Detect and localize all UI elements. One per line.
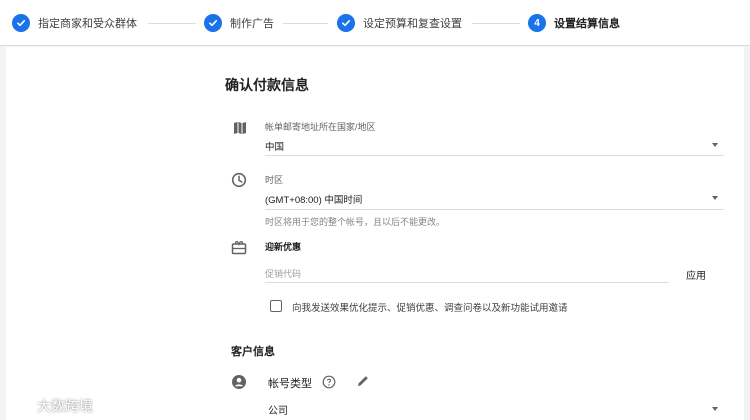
apply-button[interactable]: 应用 xyxy=(686,267,706,282)
step-3[interactable]: 设定预算和复查设置 xyxy=(337,13,462,33)
step-4-number: 4 xyxy=(534,17,540,29)
chevron-down-icon[interactable] xyxy=(712,407,718,411)
watermark-logo xyxy=(7,399,34,413)
chevron-down-icon[interactable] xyxy=(712,196,718,200)
check-icon xyxy=(12,14,30,32)
step-connector xyxy=(148,23,196,24)
step-connector xyxy=(283,23,328,24)
promo-label: 迎新优惠 xyxy=(265,242,302,252)
gift-icon xyxy=(231,239,247,255)
country-select-value[interactable]: 中国 xyxy=(265,139,284,153)
check-icon xyxy=(204,14,222,32)
step-1[interactable]: 指定商家和受众群体 xyxy=(12,13,137,33)
timezone-underline xyxy=(265,209,724,210)
promo-code-input[interactable]: 促销代码 xyxy=(265,267,301,280)
customer-section-title: 客户信息 xyxy=(231,346,275,358)
payment-section-title: 确认付款信息 xyxy=(225,77,309,93)
account-type-value[interactable]: 公司 xyxy=(268,402,288,417)
step-connector xyxy=(472,23,520,24)
step-3-label: 设定预算和复查设置 xyxy=(363,18,462,30)
country-underline xyxy=(265,155,724,156)
progress-stepper: 指定商家和受众群体 制作广告 设定预算和复查设置 4 设置结算信息 xyxy=(0,0,750,46)
timezone-label: 时区 xyxy=(265,175,284,185)
help-icon[interactable] xyxy=(322,375,336,389)
chevron-down-icon[interactable] xyxy=(712,143,718,147)
opt-in-label: 向我发送效果优化提示、促销优惠、调查问卷以及新功能试用邀请 xyxy=(292,303,568,314)
billing-card: 确认付款信息 帐单邮寄地址所在国家/地区 中国 时区 (GMT+08:00) 中… xyxy=(6,47,744,420)
clock-icon xyxy=(231,172,247,188)
account-type-label: 帐号类型 xyxy=(268,378,312,390)
step-4[interactable]: 4 设置结算信息 xyxy=(528,13,620,33)
step-2[interactable]: 制作广告 xyxy=(204,13,274,33)
country-label: 帐单邮寄地址所在国家/地区 xyxy=(265,122,376,132)
check-icon xyxy=(337,14,355,32)
watermark: 大数跨境 xyxy=(6,396,93,416)
step-2-label: 制作广告 xyxy=(230,18,274,30)
account-circle-icon xyxy=(231,374,247,390)
step-number-badge: 4 xyxy=(528,14,546,32)
opt-in-checkbox[interactable] xyxy=(270,300,282,312)
step-4-label: 设置结算信息 xyxy=(554,18,620,30)
timezone-select-value[interactable]: (GMT+08:00) 中国时间 xyxy=(265,192,362,206)
edit-pencil-icon[interactable] xyxy=(356,374,370,388)
map-icon xyxy=(232,120,248,136)
promo-underline xyxy=(265,282,669,283)
timezone-helper-text: 时区将用于您的整个帐号，且以后不能更改。 xyxy=(265,217,446,227)
watermark-text: 大数跨境 xyxy=(37,398,93,414)
step-1-label: 指定商家和受众群体 xyxy=(38,18,137,30)
